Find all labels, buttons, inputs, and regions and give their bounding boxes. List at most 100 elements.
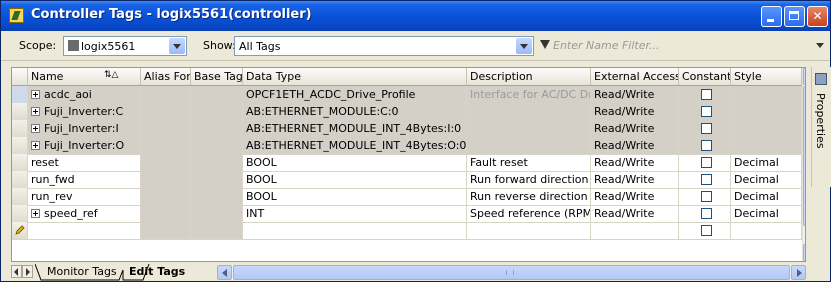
cell-external-access[interactable]: Read/Write (591, 171, 679, 189)
cell-external-access[interactable] (591, 222, 679, 240)
cell-style[interactable] (731, 120, 802, 138)
cell-constant[interactable] (679, 86, 731, 104)
constant-checkbox[interactable] (701, 225, 712, 236)
scroll-left-button[interactable] (217, 265, 232, 280)
column-header-base-tag[interactable]: Base Tag (191, 68, 243, 86)
row-selector[interactable] (12, 137, 28, 155)
cell-data-type[interactable]: OPCF1ETH_ACDC_Drive_Profile (243, 86, 467, 104)
constant-checkbox[interactable] (701, 157, 712, 168)
cell-name[interactable]: Fuji_Inverter:C (28, 103, 141, 121)
name-filter-input[interactable]: Enter Name Filter... (551, 36, 809, 56)
row-selector[interactable] (12, 120, 28, 138)
tags-grid[interactable]: Name ⇅△ Alias For Base Tag Data Type Des… (11, 67, 806, 262)
table-row[interactable]: run_rev BOOL Run reverse direction Read/Wri… (12, 188, 805, 206)
cell-description[interactable]: Interface for AC/DC Dr... (467, 86, 591, 104)
cell-style[interactable]: Decimal (731, 154, 802, 172)
cell-constant[interactable] (679, 205, 731, 223)
constant-checkbox[interactable] (701, 208, 712, 219)
close-button[interactable]: ✕ (807, 6, 828, 27)
cell-alias-for[interactable] (141, 188, 191, 206)
cell-style[interactable] (731, 103, 802, 121)
cell-name[interactable]: run_fwd (28, 171, 141, 189)
table-row[interactable]: Fuji_Inverter:O AB:ETHERNET_MODULE_INT_4B… (12, 137, 805, 155)
constant-checkbox[interactable] (701, 174, 712, 185)
cell-description[interactable]: Run reverse direction (467, 188, 591, 206)
table-row[interactable]: Fuji_Inverter:I AB:ETHERNET_MODULE_INT_4B… (12, 120, 805, 138)
title-bar[interactable]: Controller Tags - logix5561(controller) … (1, 1, 830, 31)
column-header-description[interactable]: Description (467, 68, 591, 86)
cell-style[interactable]: Decimal (731, 205, 802, 223)
constant-checkbox[interactable] (701, 123, 712, 134)
cell-alias-for[interactable] (141, 222, 191, 240)
expand-icon[interactable] (31, 107, 40, 116)
table-row[interactable]: speed_ref INT Speed reference (RPM) Read/Wr… (12, 205, 805, 223)
new-tag-row[interactable] (12, 222, 805, 240)
show-select[interactable]: All Tags (234, 36, 534, 56)
minimize-button[interactable] (761, 6, 782, 27)
cell-description[interactable]: Run forward direction (467, 171, 591, 189)
cell-constant[interactable] (679, 154, 731, 172)
cell-external-access[interactable]: Read/Write (591, 103, 679, 121)
cell-description[interactable] (467, 103, 591, 121)
expand-icon[interactable] (31, 124, 40, 133)
cell-base-tag[interactable] (191, 154, 243, 172)
row-selector[interactable] (12, 222, 28, 240)
chevron-down-icon[interactable] (516, 38, 532, 54)
cell-alias-for[interactable] (141, 120, 191, 138)
row-selector[interactable] (12, 86, 28, 104)
cell-external-access[interactable]: Read/Write (591, 137, 679, 155)
cell-base-tag[interactable] (191, 86, 243, 104)
cell-style[interactable] (731, 222, 802, 240)
column-header-name[interactable]: Name ⇅△ (28, 68, 141, 86)
cell-name[interactable]: Fuji_Inverter:I (28, 120, 141, 138)
cell-style[interactable]: Decimal (731, 171, 802, 189)
row-selector[interactable] (12, 154, 28, 172)
filter-icon[interactable] (540, 40, 550, 49)
cell-style[interactable]: Decimal (731, 188, 802, 206)
cell-external-access[interactable]: Read/Write (591, 86, 679, 104)
scroll-down-button[interactable] (803, 244, 805, 261)
cell-data-type[interactable]: AB:ETHERNET_MODULE_INT_4Bytes:I:0 (243, 120, 467, 138)
cell-name[interactable]: speed_ref (28, 205, 141, 223)
cell-data-type[interactable]: AB:ETHERNET_MODULE_INT_4Bytes:O:0 (243, 137, 467, 155)
maximize-button[interactable] (784, 6, 805, 27)
row-selector[interactable] (12, 171, 28, 189)
cell-base-tag[interactable] (191, 222, 243, 240)
cell-constant[interactable] (679, 222, 731, 240)
cell-description[interactable] (467, 120, 591, 138)
cell-data-type[interactable]: BOOL (243, 171, 467, 189)
constant-checkbox[interactable] (701, 89, 712, 100)
cell-name[interactable]: Fuji_Inverter:O (28, 137, 141, 155)
filter-dropdown-button[interactable] (812, 36, 828, 56)
horizontal-scrollbar[interactable] (217, 265, 806, 280)
cell-constant[interactable] (679, 171, 731, 189)
column-header-data-type[interactable]: Data Type (243, 68, 467, 86)
cell-data-type[interactable]: BOOL (243, 154, 467, 172)
cell-alias-for[interactable] (141, 154, 191, 172)
constant-checkbox[interactable] (701, 106, 712, 117)
expand-icon[interactable] (31, 141, 40, 150)
table-row[interactable]: run_fwd BOOL Run forward direction Read/Wri… (12, 171, 805, 189)
cell-data-type[interactable]: INT (243, 205, 467, 223)
cell-alias-for[interactable] (141, 86, 191, 104)
cell-external-access[interactable]: Read/Write (591, 188, 679, 206)
scroll-up-button[interactable] (803, 68, 805, 85)
scroll-right-button[interactable] (791, 265, 806, 280)
cell-constant[interactable] (679, 120, 731, 138)
column-header-style[interactable]: Style (731, 68, 802, 86)
cell-style[interactable] (731, 86, 802, 104)
properties-side-tab[interactable]: Properties (811, 67, 831, 187)
tab-edit-tags[interactable]: Edit Tags (127, 264, 187, 280)
cell-external-access[interactable]: Read/Write (591, 120, 679, 138)
column-header-constant[interactable]: Constant (679, 68, 731, 86)
cell-alias-for[interactable] (141, 171, 191, 189)
scope-select[interactable]: logix5561 (63, 36, 187, 56)
expand-icon[interactable] (31, 90, 40, 99)
table-row[interactable]: acdc_aoi OPCF1ETH_ACDC_Drive_Profile Inter… (12, 86, 805, 104)
cell-style[interactable] (731, 137, 802, 155)
constant-checkbox[interactable] (701, 140, 712, 151)
cell-base-tag[interactable] (191, 171, 243, 189)
column-header-external-access[interactable]: External Access (591, 68, 679, 86)
cell-base-tag[interactable] (191, 103, 243, 121)
cell-alias-for[interactable] (141, 205, 191, 223)
